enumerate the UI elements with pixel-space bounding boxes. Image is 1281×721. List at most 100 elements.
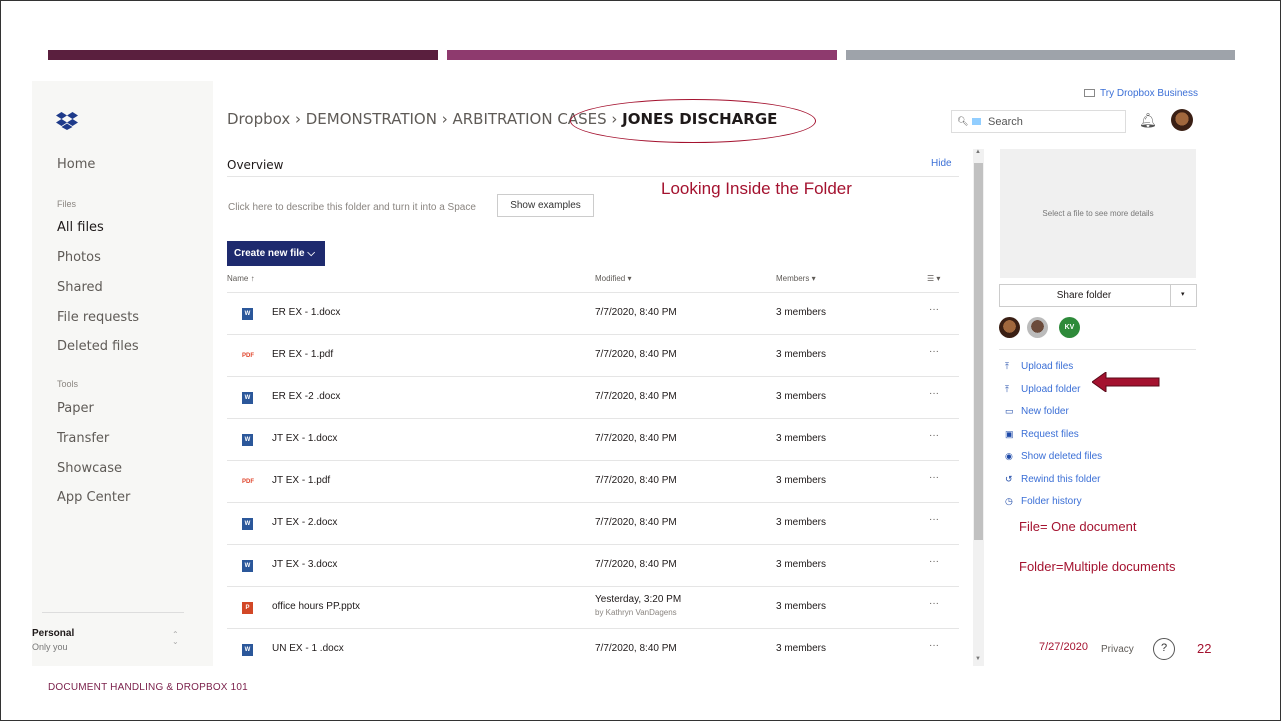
file-name[interactable]: UN EX - 1 .docx (272, 643, 344, 654)
more-options-icon[interactable]: ··· (929, 430, 939, 441)
folder-history-action[interactable]: ◷ Folder history (1005, 496, 1082, 507)
table-row[interactable]: W ER EX - 1.docx 7/7/2020, 8:40 PM 3 mem… (227, 293, 959, 335)
note-file: File= One document (1019, 519, 1137, 534)
table-row[interactable]: PDF ER EX - 1.pdf 7/7/2020, 8:40 PM 3 me… (227, 335, 959, 377)
column-header-modified[interactable]: Modified ▾ (595, 274, 631, 283)
new-folder-action[interactable]: ▭ New folder (1005, 406, 1069, 417)
upload-folder-action[interactable]: ⤒ Upload folder (1005, 384, 1080, 395)
sidebar-section-tools: Tools (57, 379, 79, 389)
sidebar-item-transfer[interactable]: Transfer (57, 431, 109, 446)
chevron-down-icon[interactable]: ▾ (1181, 290, 1185, 298)
table-row[interactable]: W JT EX - 2.docx 7/7/2020, 8:40 PM 3 mem… (227, 503, 959, 545)
upload-icon: ⤒ (1005, 361, 1009, 371)
sidebar-item-paper[interactable]: Paper (57, 401, 94, 416)
folder-icon (972, 118, 981, 125)
sidebar-item-deleted-files[interactable]: Deleted files (57, 339, 139, 354)
table-row[interactable]: W UN EX - 1 .docx 7/7/2020, 8:40 PM 3 me… (227, 629, 959, 666)
table-row[interactable]: W JT EX - 3.docx 7/7/2020, 8:40 PM 3 mem… (227, 545, 959, 587)
table-row[interactable]: P office hours PP.pptx Yesterday, 3:20 P… (227, 587, 959, 629)
folder-description-prompt[interactable]: Click here to describe this folder and t… (228, 202, 476, 213)
word-file-icon: W (242, 308, 253, 320)
table-row[interactable]: W ER EX -2 .docx 7/7/2020, 8:40 PM 3 mem… (227, 377, 959, 419)
upload-files-action[interactable]: ⤒ Upload files (1005, 361, 1073, 372)
try-business-link[interactable]: Try Dropbox Business (1084, 88, 1198, 99)
show-examples-button[interactable]: Show examples (497, 194, 594, 217)
file-modified: 7/7/2020, 8:40 PM (595, 475, 677, 486)
more-options-icon[interactable]: ··· (929, 304, 939, 315)
account-personal[interactable]: Personal (32, 628, 74, 639)
more-options-icon[interactable]: ··· (929, 514, 939, 525)
sidebar-item-home[interactable]: Home (57, 157, 95, 172)
file-name[interactable]: office hours PP.pptx (272, 601, 360, 612)
column-header-name[interactable]: Name ↑ (227, 274, 255, 283)
file-members: 3 members (776, 433, 827, 444)
more-options-icon[interactable]: ··· (929, 472, 939, 483)
word-file-icon: W (242, 644, 253, 656)
search-placeholder: Search (988, 116, 1023, 128)
powerpoint-file-icon: P (242, 602, 253, 614)
more-options-icon[interactable]: ··· (929, 640, 939, 651)
account-only-you: Only you (32, 642, 68, 652)
word-file-icon: W (242, 434, 253, 446)
more-options-icon[interactable]: ··· (929, 598, 939, 609)
file-members: 3 members (776, 643, 827, 654)
file-name[interactable]: JT EX - 2.docx (272, 517, 337, 528)
file-modified: 7/7/2020, 8:40 PM (595, 433, 677, 444)
search-input[interactable]: 🔍︎ Search (951, 110, 1126, 133)
table-row[interactable]: PDF JT EX - 1.pdf 7/7/2020, 8:40 PM 3 me… (227, 461, 959, 503)
file-name[interactable]: JT EX - 1.pdf (272, 475, 330, 486)
scroll-up-icon[interactable]: ▲ (975, 149, 981, 155)
sidebar-item-photos[interactable]: Photos (57, 250, 101, 265)
briefcase-icon (1084, 89, 1095, 97)
rewind-folder-action[interactable]: ↺ Rewind this folder (1005, 474, 1100, 485)
word-file-icon: W (242, 560, 253, 572)
sidebar-item-file-requests[interactable]: File requests (57, 310, 139, 325)
table-row[interactable]: W JT EX - 1.docx 7/7/2020, 8:40 PM 3 mem… (227, 419, 959, 461)
user-avatar[interactable] (1171, 109, 1193, 131)
note-folder: Folder=Multiple documents (1019, 559, 1176, 574)
sidebar-item-showcase[interactable]: Showcase (57, 461, 122, 476)
upload-files-label: Upload files (1021, 361, 1074, 372)
show-deleted-action[interactable]: ◉ Show deleted files (1005, 451, 1102, 462)
member-avatar[interactable] (999, 317, 1020, 338)
account-switch-icon[interactable]: ⌃ ⌄ (172, 631, 179, 646)
dropbox-logo-icon[interactable] (56, 112, 78, 130)
more-options-icon[interactable]: ··· (929, 556, 939, 567)
request-files-action[interactable]: ▣ Request files (1005, 429, 1079, 440)
slide-date: 7/27/2020 (1039, 641, 1088, 653)
upload-icon: ⤒ (1005, 384, 1009, 394)
file-members: 3 members (776, 559, 827, 570)
bell-icon[interactable]: 🔔︎ (1139, 112, 1157, 129)
column-header-members[interactable]: Members ▾ (776, 274, 816, 283)
breadcrumb-path[interactable]: Dropbox › DEMONSTRATION › ARBITRATION CA… (227, 110, 622, 128)
create-new-file-button[interactable]: Create new file ⌵ (227, 241, 325, 266)
sidebar-item-all-files[interactable]: All files (57, 220, 104, 235)
word-file-icon: W (242, 392, 253, 404)
file-modified: Yesterday, 3:20 PM (595, 594, 682, 605)
file-name[interactable]: JT EX - 1.docx (272, 433, 337, 444)
scroll-down-icon[interactable]: ▼ (975, 656, 981, 662)
member-avatar[interactable] (1027, 317, 1048, 338)
inbox-icon: ▣ (1005, 429, 1014, 439)
file-name[interactable]: ER EX -2 .docx (272, 391, 340, 402)
decor-bar-gray (846, 50, 1235, 60)
file-name[interactable]: ER EX - 1.pdf (272, 349, 333, 360)
more-options-icon[interactable]: ··· (929, 388, 939, 399)
members-divider (999, 349, 1196, 350)
file-name[interactable]: JT EX - 3.docx (272, 559, 337, 570)
details-panel: Select a file to see more details (1000, 149, 1196, 278)
privacy-link[interactable]: Privacy (1101, 644, 1134, 655)
sidebar-item-app-center[interactable]: App Center (57, 490, 130, 505)
more-options-icon[interactable]: ··· (929, 346, 939, 357)
share-folder-label: Share folder (1056, 290, 1112, 301)
hide-overview-link[interactable]: Hide (931, 158, 952, 169)
scrollbar-thumb[interactable] (974, 163, 983, 540)
file-name[interactable]: ER EX - 1.docx (272, 307, 340, 318)
view-toggle-icon[interactable]: ☰ ▾ (927, 274, 940, 283)
help-icon[interactable]: ? (1153, 638, 1175, 660)
folder-history-label: Folder history (1021, 496, 1082, 507)
sidebar-item-shared[interactable]: Shared (57, 280, 103, 295)
share-folder-button[interactable]: Share folder ▾ (999, 284, 1197, 307)
member-avatar-initials[interactable]: KV (1059, 317, 1080, 338)
new-folder-label: New folder (1021, 406, 1069, 417)
